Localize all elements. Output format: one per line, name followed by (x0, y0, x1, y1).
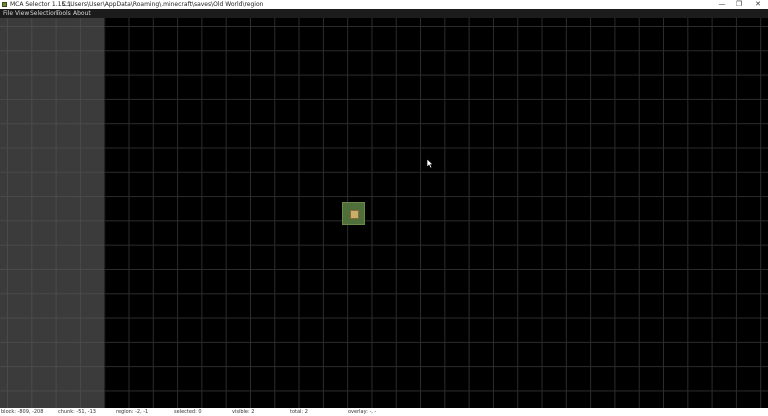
status-overlay: overlay: -, - (348, 409, 377, 415)
maximize-button[interactable]: ❐ (731, 0, 747, 9)
world-map-canvas[interactable] (0, 18, 768, 408)
title-bar: MCA Selector 1.15.1 C:\Users\User\AppDat… (0, 0, 768, 9)
close-button[interactable]: ✕ (750, 0, 766, 9)
status-total: total: 2 (290, 409, 308, 415)
terrain-detail (350, 210, 359, 219)
status-chunk: chunk: -51, -13 (58, 409, 96, 415)
status-bar: block: -809, -208 chunk: -51, -13 region… (0, 408, 768, 416)
menu-bar: File View Selection Tools About (0, 9, 768, 18)
app-icon (2, 2, 7, 7)
status-block: block: -809, -208 (1, 409, 44, 415)
empty-map-area (0, 18, 104, 408)
minimize-button[interactable]: — (714, 0, 730, 9)
menu-selection[interactable]: Selection (30, 9, 58, 18)
menu-file[interactable]: File (3, 9, 13, 18)
menu-view[interactable]: View (15, 9, 29, 18)
status-visible: visible: 2 (232, 409, 255, 415)
menu-about[interactable]: About (73, 9, 91, 18)
status-region: region: -2, -1 (116, 409, 149, 415)
menu-tools[interactable]: Tools (56, 9, 71, 18)
window-path: C:\Users\User\AppData\Roaming\.minecraft… (62, 1, 264, 8)
region-tile[interactable] (342, 202, 365, 225)
mouse-cursor-icon (427, 159, 434, 169)
status-selected: selected: 0 (174, 409, 202, 415)
